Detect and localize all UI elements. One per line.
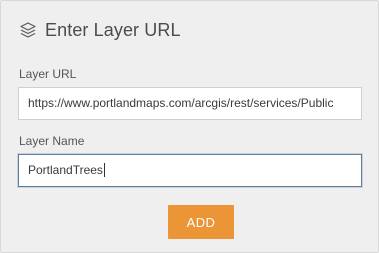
layer-name-label: Layer Name bbox=[19, 134, 85, 148]
add-button[interactable]: ADD bbox=[168, 205, 234, 239]
layer-url-input[interactable]: https://www.portlandmaps.com/arcgis/rest… bbox=[18, 87, 362, 120]
layer-name-text: PortlandTrees bbox=[28, 155, 352, 186]
layer-url-label: Layer URL bbox=[19, 67, 77, 81]
layers-icon bbox=[19, 21, 37, 39]
layer-name-input[interactable]: PortlandTrees bbox=[18, 154, 362, 187]
text-caret bbox=[103, 162, 105, 177]
enter-layer-url-panel: Enter Layer URL Layer URL https://www.po… bbox=[0, 0, 379, 253]
layer-name-value: PortlandTrees bbox=[28, 163, 103, 177]
dialog-title: Enter Layer URL bbox=[45, 19, 181, 40]
panel-header: Enter Layer URL bbox=[19, 18, 181, 42]
layer-url-value: https://www.portlandmaps.com/arcgis/rest… bbox=[28, 96, 334, 110]
